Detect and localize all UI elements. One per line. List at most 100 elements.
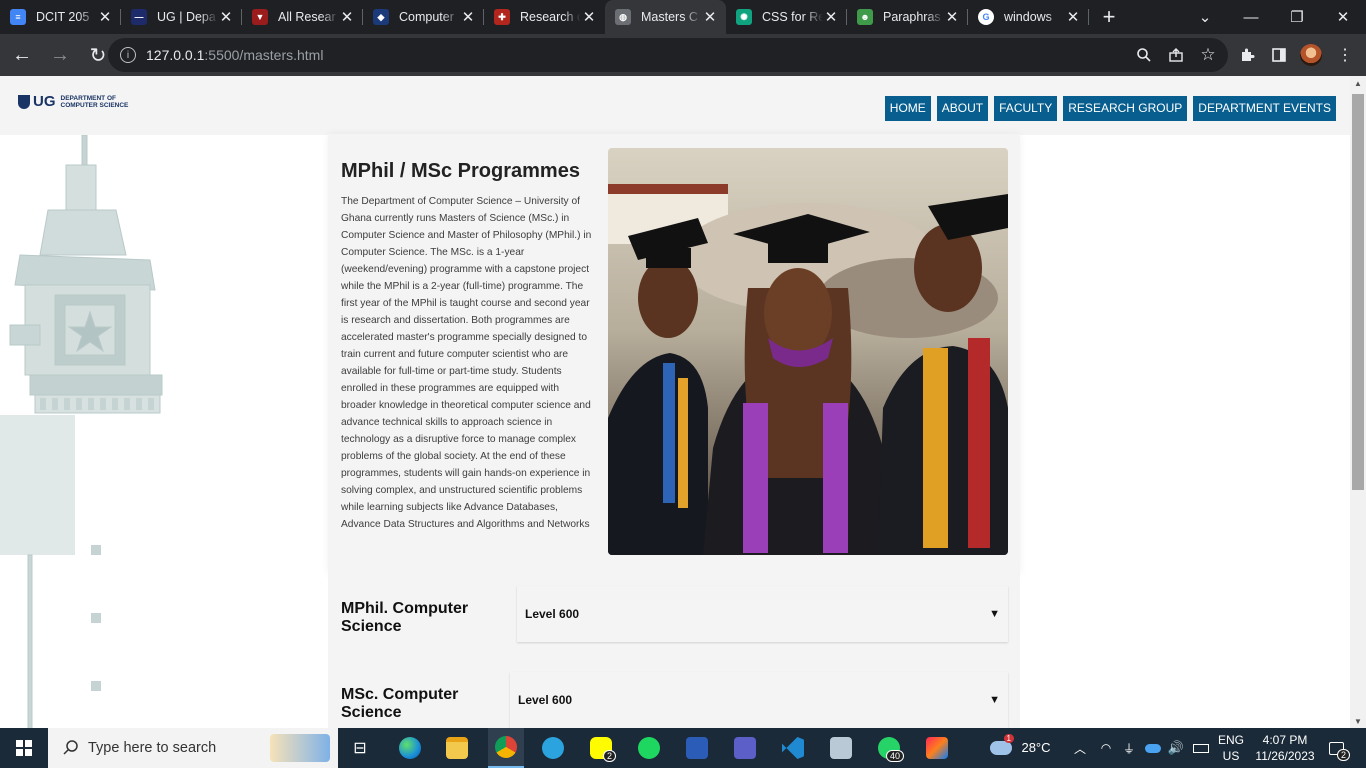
address-bar[interactable]: i 127.0.0.1:5500/masters.html bbox=[108, 38, 1228, 72]
onedrive-icon[interactable] bbox=[1142, 728, 1164, 768]
tab-title: Paraphras bbox=[883, 10, 941, 24]
programme-card-msc: MSc. Computer Science Level 600 ▼ bbox=[328, 660, 1020, 728]
programme-title-msc: MSc. Computer Science bbox=[341, 686, 459, 721]
clock-tower-illustration bbox=[0, 135, 163, 728]
lang-line1: ENG bbox=[1217, 733, 1244, 747]
task-view-icon[interactable]: ⊟ bbox=[343, 728, 377, 768]
nav-department-events[interactable]: DEPARTMENT EVENTS bbox=[1193, 96, 1336, 121]
share-icon[interactable] bbox=[1163, 42, 1189, 68]
logo-dept-line2: COMPUTER SCIENCE bbox=[60, 101, 129, 109]
lang-line2: US bbox=[1222, 749, 1240, 763]
page-scrollbar[interactable]: ▲ ▼ bbox=[1350, 76, 1366, 728]
new-tab-button[interactable]: + bbox=[1089, 0, 1129, 34]
browser-tab[interactable]: ✺ CSS for Re ✕ bbox=[726, 0, 847, 34]
tab-search-icon[interactable]: ⌄ bbox=[1182, 0, 1228, 34]
notification-icon[interactable]: 2 bbox=[1322, 728, 1350, 768]
tab-favicon-icon: — bbox=[131, 9, 147, 25]
ug-crest-icon bbox=[18, 94, 30, 109]
tab-close-icon[interactable]: ✕ bbox=[581, 8, 597, 26]
level-select-msc-value: Level 600 bbox=[518, 693, 573, 707]
minimize-button[interactable]: — bbox=[1228, 0, 1274, 34]
taskbar-search-box[interactable]: Type here to search bbox=[48, 728, 338, 768]
chrome-menu-icon[interactable]: ⋮ bbox=[1332, 42, 1358, 68]
extensions-puzzle-icon[interactable] bbox=[1234, 42, 1260, 68]
browser-tab[interactable]: ≡ DCIT 205 ✕ bbox=[0, 0, 121, 34]
side-panel-icon[interactable] bbox=[1266, 42, 1292, 68]
tab-title: All Resear bbox=[278, 10, 336, 24]
browser-tab[interactable]: ◍ Masters C ✕ bbox=[605, 0, 726, 34]
windows-start-icon[interactable] bbox=[0, 728, 48, 768]
tab-close-icon[interactable]: ✕ bbox=[1065, 8, 1081, 26]
volume-icon[interactable]: 🔊 bbox=[1166, 728, 1186, 768]
nav-faculty[interactable]: FACULTY bbox=[994, 96, 1058, 121]
weather-temp[interactable]: 28°C bbox=[1018, 728, 1054, 768]
tab-close-icon[interactable]: ✕ bbox=[944, 8, 960, 26]
tab-close-icon[interactable]: ✕ bbox=[97, 8, 113, 26]
browser-tab[interactable]: — UG | Depa ✕ bbox=[121, 0, 242, 34]
clock[interactable]: 4:07 PM 11/26/2023 bbox=[1250, 728, 1320, 768]
tab-favicon-icon: ◍ bbox=[615, 9, 631, 25]
web-page: UG DEPARTMENT OF COMPUTER SCIENCE HOME A… bbox=[0, 76, 1350, 728]
tab-close-icon[interactable]: ✕ bbox=[339, 8, 355, 26]
close-window-button[interactable]: ✕ bbox=[1320, 0, 1366, 34]
language-indicator[interactable]: ENG US bbox=[1214, 728, 1248, 768]
browser-tab[interactable]: Gwindows ✕ bbox=[968, 0, 1089, 34]
wifi-icon[interactable]: ◠ bbox=[1096, 728, 1116, 768]
level-select-mphil[interactable]: Level 600 ▼ bbox=[517, 586, 1008, 642]
bookmark-star-icon[interactable]: ☆ bbox=[1195, 42, 1221, 68]
teams-icon[interactable] bbox=[728, 728, 762, 768]
tab-list: ≡ DCIT 205 ✕ — UG | Depa ✕ ▼ All Resear ✕ ◆ Comput… bbox=[0, 0, 1089, 34]
clock-date: 11/26/2023 bbox=[1255, 749, 1315, 763]
search-placeholder: Type here to search bbox=[88, 740, 217, 756]
photos-icon[interactable] bbox=[824, 728, 858, 768]
usb-icon[interactable]: ⏚ bbox=[1120, 728, 1138, 768]
tab-separator bbox=[1088, 9, 1089, 25]
nav-about[interactable]: ABOUT bbox=[936, 96, 989, 121]
tray-chevron-up-icon[interactable]: ︿ bbox=[1070, 728, 1090, 768]
battery-icon[interactable] bbox=[1190, 728, 1212, 768]
whatsapp-icon[interactable]: 40 bbox=[872, 728, 906, 768]
tab-close-icon[interactable]: ✕ bbox=[218, 8, 234, 26]
browser-tab[interactable]: ▼ All Resear ✕ bbox=[242, 0, 363, 34]
browser-tab[interactable]: ✚ Research c ✕ bbox=[484, 0, 605, 34]
tab-favicon-icon: ≡ bbox=[10, 9, 26, 25]
vscode-icon[interactable] bbox=[776, 728, 810, 768]
site-info-icon[interactable]: i bbox=[120, 47, 136, 63]
chrome-taskbar-icon[interactable] bbox=[488, 728, 524, 768]
ug-logo[interactable]: UG DEPARTMENT OF COMPUTER SCIENCE bbox=[18, 93, 128, 110]
chevron-down-icon: ▼ bbox=[989, 694, 1000, 706]
level-select-msc[interactable]: Level 600 ▼ bbox=[510, 672, 1008, 728]
tab-close-icon[interactable]: ✕ bbox=[460, 8, 476, 26]
profile-avatar[interactable] bbox=[1298, 42, 1324, 68]
telegram-icon[interactable] bbox=[536, 728, 570, 768]
tab-favicon-icon: ✺ bbox=[736, 9, 752, 25]
tab-title: CSS for Re bbox=[762, 10, 823, 24]
tab-title: UG | Depa bbox=[157, 10, 216, 24]
tab-close-icon[interactable]: ✕ bbox=[702, 8, 718, 26]
edge-icon[interactable] bbox=[393, 728, 427, 768]
tab-favicon-icon: ◆ bbox=[373, 9, 389, 25]
intellij-icon[interactable] bbox=[920, 728, 954, 768]
scroll-up-arrow-icon[interactable]: ▲ bbox=[1350, 76, 1366, 90]
nav-home[interactable]: HOME bbox=[884, 96, 931, 121]
tab-close-icon[interactable]: ✕ bbox=[823, 8, 839, 26]
weather-icon[interactable]: 1 bbox=[986, 728, 1016, 768]
back-arrow-icon[interactable]: ← bbox=[6, 39, 38, 71]
forward-arrow-icon[interactable]: → bbox=[44, 39, 76, 71]
nav-research-group[interactable]: RESEARCH GROUP bbox=[1063, 96, 1188, 121]
snapchat-icon[interactable]: 2 bbox=[584, 728, 618, 768]
search-highlight-icon bbox=[270, 734, 330, 762]
browser-tab[interactable]: ◆ Computer ✕ bbox=[363, 0, 484, 34]
tab-title: Masters C bbox=[641, 10, 698, 24]
word-icon[interactable] bbox=[680, 728, 714, 768]
scroll-down-arrow-icon[interactable]: ▼ bbox=[1350, 714, 1366, 728]
restore-button[interactable]: ❐ bbox=[1274, 0, 1320, 34]
url-path: :5500/masters.html bbox=[204, 47, 324, 63]
scrollbar-thumb[interactable] bbox=[1352, 94, 1364, 490]
file-explorer-icon[interactable] bbox=[440, 728, 474, 768]
spotify-icon[interactable] bbox=[632, 728, 666, 768]
browser-tab[interactable]: ☻ Paraphras ✕ bbox=[847, 0, 968, 34]
browser-toolbar: ← → ↻ i 127.0.0.1:5500/masters.html ☆ ⋮ bbox=[0, 34, 1366, 76]
zoom-icon[interactable] bbox=[1131, 42, 1157, 68]
tab-favicon-icon: ✚ bbox=[494, 9, 510, 25]
